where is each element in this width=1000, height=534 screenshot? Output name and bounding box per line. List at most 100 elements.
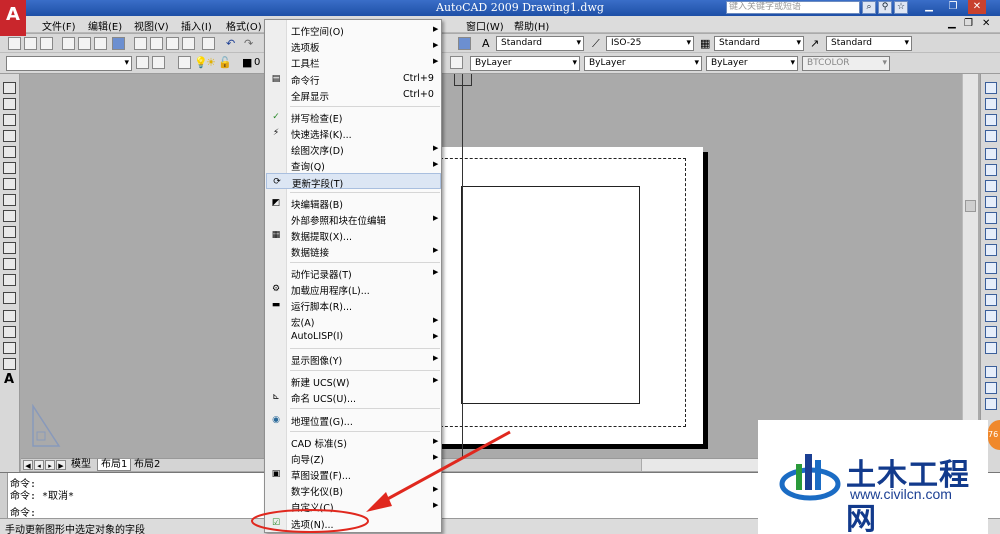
insert-block-icon[interactable] <box>3 258 16 270</box>
doc-restore-icon[interactable]: ❐ <box>964 18 973 29</box>
workspace-settings-icon[interactable] <box>136 56 149 69</box>
layer-name[interactable]: 0 <box>254 57 260 68</box>
chamfer-icon[interactable] <box>985 310 997 322</box>
table-icon[interactable] <box>3 358 16 370</box>
new-icon[interactable] <box>8 37 21 50</box>
doc-minimize-icon[interactable]: ▁ <box>948 18 956 29</box>
copy-object-icon[interactable] <box>985 98 997 110</box>
prev-tab-icon[interactable]: ◂ <box>34 460 44 470</box>
viewport[interactable] <box>461 186 640 404</box>
break-at-point-icon[interactable] <box>985 262 997 274</box>
layer-manager-icon[interactable] <box>178 56 191 69</box>
layer-previous-icon[interactable] <box>450 56 463 69</box>
mirror-icon[interactable] <box>985 114 997 126</box>
line-icon[interactable] <box>3 82 16 94</box>
break-icon[interactable] <box>985 278 997 290</box>
ellipse-icon[interactable] <box>3 226 16 238</box>
menu-item-command-line[interactable]: ▤ 命令行 Ctrl+9 <box>266 71 441 87</box>
3d-publish-icon[interactable] <box>112 37 125 50</box>
menu-item-draw-order[interactable]: 绘图次序(D) ▶ <box>266 141 441 157</box>
hatch-icon[interactable] <box>3 310 16 322</box>
star-icon[interactable]: ☆ <box>894 1 908 14</box>
menu-item-wizards[interactable]: 向导(Z) ▶ <box>266 450 441 466</box>
menu-view[interactable]: 视图(V) <box>134 18 169 33</box>
redo-icon[interactable]: ↷ <box>244 37 253 50</box>
menu-edit[interactable]: 编辑(E) <box>88 18 122 33</box>
scale-icon[interactable] <box>985 196 997 208</box>
customize-icon[interactable] <box>152 56 165 69</box>
menu-file[interactable]: 文件(F) <box>42 18 76 33</box>
offset-icon[interactable] <box>985 130 997 142</box>
text-style-select[interactable]: Standard <box>496 36 584 51</box>
vertical-scrollbar[interactable] <box>962 74 978 474</box>
search-icon[interactable]: ⌕ <box>862 1 876 14</box>
preview-icon[interactable] <box>78 37 91 50</box>
block-editor-icon[interactable] <box>202 37 215 50</box>
last-tab-icon[interactable]: ▶ <box>56 460 66 470</box>
menu-item-geographic-location[interactable]: ◉ 地理位置(G)... <box>266 412 441 428</box>
menu-item-new-ucs[interactable]: 新建 UCS(W) ▶ <box>266 373 441 389</box>
menu-item-customize[interactable]: 自定义(C) ▶ <box>266 498 441 514</box>
draw-order-icon[interactable] <box>985 366 997 378</box>
menu-item-drafting-settings[interactable]: ▣ 草图设置(F)... <box>266 466 441 482</box>
gradient-icon[interactable] <box>3 326 16 338</box>
erase-icon[interactable] <box>985 82 997 94</box>
point-icon[interactable] <box>3 292 16 304</box>
app-logo[interactable]: A <box>0 0 26 36</box>
paste-icon[interactable] <box>166 37 179 50</box>
send-back-icon[interactable] <box>985 398 997 410</box>
color-select[interactable]: ByLayer <box>470 56 580 71</box>
array-icon[interactable] <box>985 148 997 160</box>
ellipse-arc-icon[interactable] <box>3 242 16 254</box>
polygon-icon[interactable] <box>3 130 16 142</box>
dim-style-select[interactable]: ISO-25 <box>606 36 694 51</box>
publish-icon[interactable] <box>94 37 107 50</box>
explode-icon[interactable] <box>985 342 997 354</box>
menu-item-options[interactable]: ☑ 选项(N)... <box>266 515 441 531</box>
save-icon[interactable] <box>40 37 53 50</box>
menu-item-run-script[interactable]: ▬ 运行脚本(R)... <box>266 297 441 313</box>
rotate-icon[interactable] <box>985 180 997 192</box>
region-icon[interactable] <box>3 342 16 354</box>
help-search-icon[interactable]: ⚲ <box>878 1 892 14</box>
menu-item-workspaces[interactable]: 工作空间(O) ▶ <box>266 22 441 38</box>
spline-icon[interactable] <box>3 210 16 222</box>
menu-window[interactable]: 窗口(W) <box>466 18 504 33</box>
menu-item-spelling[interactable]: ✓ 拼写检查(E) <box>266 109 441 125</box>
arc-icon[interactable] <box>3 162 16 174</box>
menu-item-toolbars[interactable]: 工具栏 ▶ <box>266 54 441 70</box>
lineweight-select[interactable]: ByLayer <box>706 56 798 71</box>
menu-item-update-fields[interactable]: ⟳ 更新字段(T) <box>266 173 441 190</box>
workspace-select[interactable] <box>6 56 132 71</box>
menu-item-clean-screen[interactable]: 全屏显示 Ctrl+0 <box>266 87 441 103</box>
menu-item-xref-inplace-edit[interactable]: 外部参照和块在位编辑 ▶ <box>266 211 441 227</box>
menu-insert[interactable]: 插入(I) <box>181 18 212 33</box>
match-properties-icon[interactable] <box>182 37 195 50</box>
plot-style-select[interactable]: BTCOLOR <box>802 56 890 71</box>
next-tab-icon[interactable]: ▸ <box>45 460 55 470</box>
revision-cloud-icon[interactable] <box>3 194 16 206</box>
fillet-icon[interactable] <box>985 326 997 338</box>
join-icon[interactable] <box>985 294 997 306</box>
rectangle-icon[interactable] <box>3 146 16 158</box>
make-block-icon[interactable] <box>3 274 16 286</box>
menu-format[interactable]: 格式(O) <box>226 18 262 33</box>
menu-item-data-links[interactable]: 数据链接 ▶ <box>266 243 441 259</box>
plot-icon[interactable] <box>62 37 75 50</box>
command-prompt[interactable]: 命令: <box>10 504 36 519</box>
menu-item-data-extraction[interactable]: ▦ 数据提取(X)... <box>266 227 441 243</box>
doc-close-icon[interactable]: ✕ <box>982 18 990 29</box>
scroll-thumb[interactable] <box>965 200 976 212</box>
tab-layout2[interactable]: 布局2 <box>131 459 163 471</box>
table-style-select[interactable]: Standard <box>714 36 804 51</box>
menu-help[interactable]: 帮助(H) <box>514 18 549 33</box>
stretch-icon[interactable] <box>985 212 997 224</box>
move-icon[interactable] <box>985 164 997 176</box>
help-icon[interactable] <box>458 37 471 50</box>
extend-icon[interactable] <box>985 244 997 256</box>
first-tab-icon[interactable]: ◀ <box>23 460 33 470</box>
circle-icon[interactable] <box>3 178 16 190</box>
menu-item-display-image[interactable]: 显示图像(Y) ▶ <box>266 351 441 367</box>
layer-lock-icon[interactable]: 🔓 <box>218 56 232 69</box>
tab-layout1[interactable]: 布局1 <box>97 459 132 471</box>
